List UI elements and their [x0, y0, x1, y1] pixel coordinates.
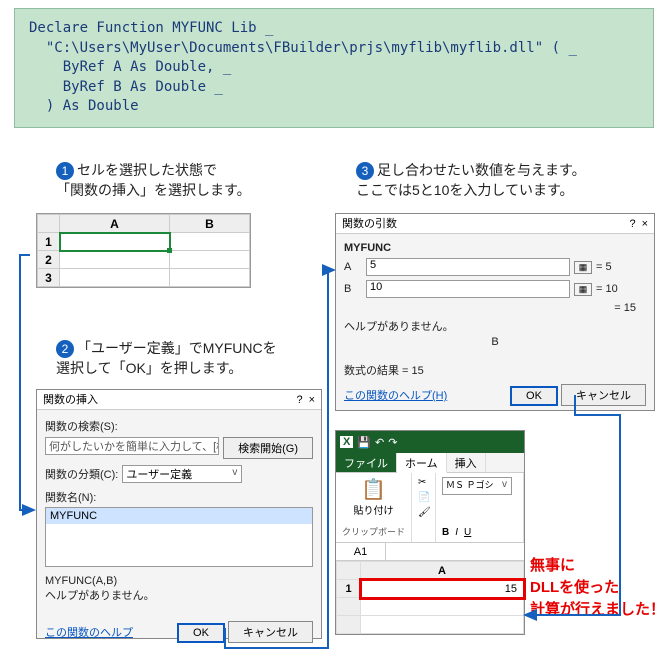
step-2-body: 「ユーザー定義」でMYFUNCを 選択して「OK」を押します。	[56, 340, 277, 376]
paste-label[interactable]: 貼り付け	[342, 502, 405, 517]
step-2-badge: 2	[56, 340, 74, 358]
function-help-link[interactable]: この関数のヘルプ	[45, 624, 133, 640]
inline-result: = 15	[344, 302, 646, 314]
step-3-badge: 3	[356, 162, 374, 180]
excel-titlebar: X 💾 ↶ ↷	[336, 431, 524, 453]
arg-a-label: A	[344, 261, 362, 273]
row-header-3[interactable]: 3	[38, 269, 60, 287]
font-select[interactable]: ＭＳ Ｐゴシ	[442, 477, 512, 495]
qat-undo-icon[interactable]: ↶	[375, 436, 384, 449]
cell-b1[interactable]	[170, 233, 250, 251]
dialog-title: 関数の挿入	[43, 390, 98, 409]
ok-button[interactable]: OK	[510, 386, 558, 406]
search-start-button[interactable]: 検索開始(G)	[223, 437, 313, 459]
corner-cell[interactable]	[38, 215, 60, 233]
format-painter-icon[interactable]: 🖌	[418, 507, 429, 518]
spreadsheet-selection: A B 1 2 3	[36, 213, 251, 288]
cell-a1-result[interactable]: 15	[361, 580, 524, 598]
code-block: Declare Function MYFUNC Lib _ "C:\Users\…	[14, 8, 654, 128]
cell-b3[interactable]	[170, 269, 250, 287]
no-help-text: ヘルプがありません。	[45, 587, 313, 603]
close-icon[interactable]: ×	[642, 214, 648, 233]
function-arguments-dialog: 関数の引数 ? × MYFUNC A 5 ▦ = 5 B 10 ▦ = 10 =…	[335, 213, 655, 411]
qat-save-icon[interactable]: 💾	[357, 436, 371, 449]
dialog-titlebar: 関数の挿入 ? ×	[37, 390, 321, 410]
tab-home[interactable]: ホーム	[397, 453, 447, 473]
paste-icon[interactable]: 📋	[342, 477, 405, 502]
formula-bar: A1	[336, 543, 524, 561]
step-3-text: 3足し合わせたい数値を与えます。 ここでは5と10を入力しています。	[356, 160, 586, 201]
name-box[interactable]: A1	[336, 543, 386, 560]
help-icon[interactable]: ?	[296, 390, 302, 409]
tab-file[interactable]: ファイル	[336, 453, 397, 472]
current-arg-label: B	[344, 336, 646, 348]
bold-button[interactable]: B	[442, 527, 449, 538]
step-3-body: 足し合わせたい数値を与えます。 ここでは5と10を入力しています。	[356, 162, 586, 198]
row-header-blank[interactable]	[337, 598, 361, 616]
search-input[interactable]: 何がしたいかを簡単に入力して、[検索開始] をクリックしてください。	[45, 437, 219, 455]
cell-a3[interactable]	[60, 269, 170, 287]
step-1-text: 1セルを選択した状態で 「関数の挿入」を選択します。	[56, 160, 251, 201]
result-grid: A 1 15	[336, 561, 524, 634]
formula-input[interactable]	[386, 543, 524, 560]
result-callout: 無事に DLLを使った 計算が行えました！	[530, 555, 665, 620]
help-icon[interactable]: ?	[629, 214, 635, 233]
arg-b-label: B	[344, 283, 362, 295]
row-header-blank[interactable]	[337, 616, 361, 634]
col-header-a[interactable]: A	[361, 562, 524, 580]
function-name: MYFUNC	[344, 242, 646, 254]
range-picker-icon[interactable]: ▦	[574, 261, 592, 274]
function-item-myfunc[interactable]: MYFUNC	[46, 508, 312, 524]
dialog-title: 関数の引数	[342, 214, 397, 233]
no-help-text: ヘルプがありません。	[344, 318, 646, 334]
copy-icon[interactable]: 📄	[418, 492, 429, 503]
function-signature: MYFUNC(A,B)	[45, 575, 313, 587]
category-label: 関数の分類(C):	[45, 466, 118, 482]
cut-icon[interactable]: ✂	[418, 477, 429, 488]
col-header-b[interactable]: B	[170, 215, 250, 233]
underline-button[interactable]: U	[464, 527, 471, 538]
clipboard-small-buttons: ✂ 📄 🖌	[412, 473, 436, 542]
clipboard-group: 📋 貼り付け クリップボード	[336, 473, 412, 542]
excel-logo-icon: X	[340, 436, 353, 448]
excel-result-window: X 💾 ↶ ↷ ファイル ホーム 挿入 📋 貼り付け クリップボード ✂ 📄 🖌…	[335, 430, 525, 635]
cancel-button[interactable]: キャンセル	[228, 621, 313, 643]
tab-insert[interactable]: 挿入	[447, 453, 486, 472]
clipboard-group-label: クリップボード	[342, 525, 405, 538]
dialog-titlebar: 関数の引数 ? ×	[336, 214, 654, 234]
cell-blank[interactable]	[361, 616, 524, 634]
function-listbox[interactable]: MYFUNC	[45, 507, 313, 567]
cell-b2[interactable]	[170, 251, 250, 269]
funcname-label: 関数名(N):	[45, 489, 313, 505]
row-header-2[interactable]: 2	[38, 251, 60, 269]
function-help-link[interactable]: この関数のヘルプ(H)	[344, 387, 447, 403]
cancel-button[interactable]: キャンセル	[561, 384, 646, 406]
cell-a2[interactable]	[60, 251, 170, 269]
ribbon: 📋 貼り付け クリップボード ✂ 📄 🖌 ＭＳ Ｐゴシ B I U	[336, 473, 524, 543]
step-2-text: 2「ユーザー定義」でMYFUNCを 選択して「OK」を押します。	[56, 338, 277, 379]
italic-button[interactable]: I	[455, 527, 458, 538]
category-select[interactable]: ユーザー定義	[122, 465, 242, 483]
search-label: 関数の検索(S):	[45, 418, 313, 434]
col-header-a[interactable]: A	[60, 215, 170, 233]
font-group: ＭＳ Ｐゴシ B I U	[436, 473, 524, 542]
step-1-body: セルを選択した状態で 「関数の挿入」を選択します。	[56, 162, 251, 198]
arg-b-eval: = 10	[596, 283, 646, 295]
formula-result: 数式の結果 = 15	[344, 362, 646, 378]
range-picker-icon[interactable]: ▦	[574, 283, 592, 296]
row-header-1[interactable]: 1	[337, 580, 361, 598]
cell-blank[interactable]	[361, 598, 524, 616]
insert-function-dialog: 関数の挿入 ? × 関数の検索(S): 何がしたいかを簡単に入力して、[検索開始…	[36, 389, 322, 639]
close-icon[interactable]: ×	[309, 390, 315, 409]
arg-a-eval: = 5	[596, 261, 646, 273]
qat-redo-icon[interactable]: ↷	[388, 436, 397, 449]
arg-b-input[interactable]: 10	[366, 280, 570, 298]
corner-cell[interactable]	[337, 562, 361, 580]
arg-a-input[interactable]: 5	[366, 258, 570, 276]
ribbon-tabs: ファイル ホーム 挿入	[336, 453, 524, 473]
row-header-1[interactable]: 1	[38, 233, 60, 251]
step-1-badge: 1	[56, 162, 74, 180]
cell-a1[interactable]	[60, 233, 170, 251]
ok-button[interactable]: OK	[177, 623, 225, 643]
